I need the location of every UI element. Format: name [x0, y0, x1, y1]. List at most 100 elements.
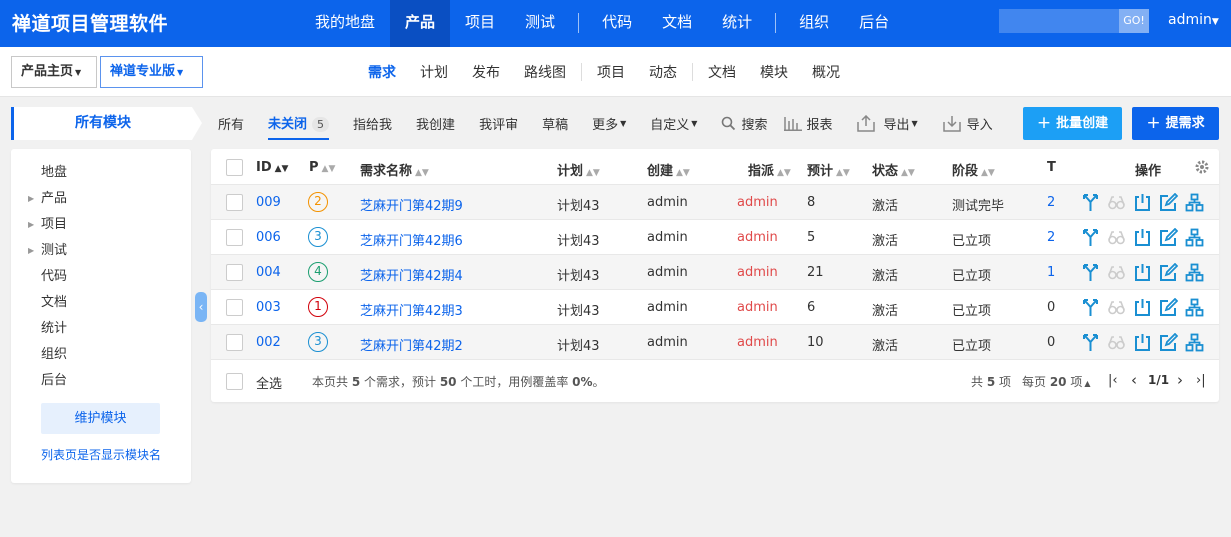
edit-icon[interactable] — [1159, 228, 1178, 247]
column-stage-header[interactable]: 阶段 ▲▼ — [952, 160, 995, 179]
close-icon[interactable] — [1133, 228, 1152, 247]
search-toggle[interactable]: 搜索 — [721, 114, 767, 133]
expand-arrow-icon[interactable]: ▶ — [28, 238, 34, 264]
subnav-item[interactable]: 路线图 — [512, 62, 578, 82]
subnav-item[interactable]: 计划 — [408, 62, 460, 82]
select-all-checkbox[interactable] — [226, 373, 243, 390]
story-id-link[interactable]: 003 — [256, 300, 281, 315]
subnav-item[interactable]: 动态 — [637, 62, 689, 82]
row-checkbox[interactable] — [226, 334, 243, 351]
main-nav-item[interactable]: 文档 — [647, 0, 707, 47]
create-case-icon[interactable] — [1185, 193, 1204, 212]
module-tree-item[interactable]: ▶ 产品 — [28, 186, 67, 212]
module-tree-item[interactable]: 组织 — [41, 342, 67, 368]
edit-icon[interactable] — [1159, 333, 1178, 352]
product-home-breadcrumb[interactable]: 产品主页 ▼ — [11, 56, 97, 88]
collapse-sidebar-button[interactable]: ‹ — [195, 292, 207, 322]
story-assigned-to[interactable]: admin — [737, 195, 778, 210]
filter-created-by-me[interactable]: 我创建 — [416, 114, 455, 133]
edit-icon[interactable] — [1159, 298, 1178, 317]
filter-all[interactable]: 所有 — [218, 114, 244, 133]
per-page-selector[interactable]: 每页 20 项 ▲ — [1022, 373, 1091, 390]
close-icon[interactable] — [1133, 298, 1152, 317]
story-title-link[interactable]: 芝麻开门第42期2 — [360, 335, 463, 354]
story-tasks-link[interactable]: 2 — [1047, 230, 1055, 245]
export-button[interactable]: 导出 ▼ — [856, 114, 918, 133]
row-checkbox[interactable] — [226, 299, 243, 316]
edit-icon[interactable] — [1159, 263, 1178, 282]
story-tasks-link[interactable]: 0 — [1047, 300, 1055, 315]
create-case-icon[interactable] — [1185, 228, 1204, 247]
column-estimate-header[interactable]: 预计 ▲▼ — [807, 160, 850, 179]
main-nav-item[interactable]: 项目 — [450, 0, 510, 47]
create-case-icon[interactable] — [1185, 298, 1204, 317]
last-page-icon[interactable]: ›| — [1196, 373, 1206, 388]
subnav-item[interactable]: 需求 — [356, 62, 408, 82]
story-id-link[interactable]: 002 — [256, 335, 281, 350]
story-title-link[interactable]: 芝麻开门第42期9 — [360, 195, 463, 214]
change-icon[interactable] — [1081, 228, 1100, 247]
gear-icon[interactable] — [1194, 159, 1210, 175]
module-tree-item[interactable]: 文档 — [41, 290, 67, 316]
story-assigned-to[interactable]: admin — [737, 230, 778, 245]
main-nav-item[interactable]: 产品 — [390, 0, 451, 47]
table-row[interactable]: 003 1 芝麻开门第42期3 计划43 admin admin 6 激活 已立项 0 — [211, 289, 1219, 324]
first-page-icon[interactable]: |‹ — [1108, 373, 1118, 388]
subnav-item[interactable]: 模块 — [748, 62, 800, 82]
subnav-item[interactable]: 概况 — [800, 62, 852, 82]
main-nav-item[interactable]: 后台 — [844, 0, 904, 47]
subnav-item[interactable]: 发布 — [460, 62, 512, 82]
column-status-header[interactable]: 状态 ▲▼ — [872, 160, 915, 179]
edit-icon[interactable] — [1159, 193, 1178, 212]
filter-custom[interactable]: 自定义 ▼ — [650, 114, 697, 133]
subnav-item[interactable]: 项目 — [585, 62, 637, 82]
column-id-header[interactable]: ID ▲▼ — [256, 160, 288, 175]
maintain-module-button[interactable]: 维护模块 — [41, 403, 160, 434]
user-menu[interactable]: admin▼ — [1168, 12, 1219, 28]
story-id-link[interactable]: 006 — [256, 230, 281, 245]
story-tasks-link[interactable]: 1 — [1047, 265, 1055, 280]
story-title-link[interactable]: 芝麻开门第42期6 — [360, 230, 463, 249]
change-icon[interactable] — [1081, 333, 1100, 352]
expand-arrow-icon[interactable]: ▶ — [28, 212, 34, 238]
close-icon[interactable] — [1133, 333, 1152, 352]
row-checkbox[interactable] — [226, 194, 243, 211]
story-id-link[interactable]: 004 — [256, 265, 281, 280]
table-row[interactable]: 006 3 芝麻开门第42期6 计划43 admin admin 5 激活 已立项 2 — [211, 219, 1219, 254]
change-icon[interactable] — [1081, 263, 1100, 282]
module-tree-item[interactable]: 统计 — [41, 316, 67, 342]
close-icon[interactable] — [1133, 263, 1152, 282]
create-case-icon[interactable] — [1185, 263, 1204, 282]
expand-arrow-icon[interactable]: ▶ — [28, 186, 34, 212]
close-icon[interactable] — [1133, 193, 1152, 212]
main-nav-item[interactable]: 代码 — [587, 0, 647, 47]
module-tree-item[interactable]: 代码 — [41, 264, 67, 290]
column-title-header[interactable]: 需求名称 ▲▼ — [360, 160, 429, 179]
story-assigned-to[interactable]: admin — [737, 300, 778, 315]
filter-unclosed[interactable]: 未关闭 5 — [268, 112, 330, 140]
main-nav-item[interactable]: 组织 — [784, 0, 844, 47]
table-row[interactable]: 004 4 芝麻开门第42期4 计划43 admin admin 21 激活 已立项 1 — [211, 254, 1219, 289]
story-assigned-to[interactable]: admin — [737, 265, 778, 280]
module-tree-item[interactable]: 地盘 — [41, 160, 67, 186]
table-row[interactable]: 009 2 芝麻开门第42期9 计划43 admin admin 8 激活 测试完毕 2 — [211, 184, 1219, 219]
main-nav-item[interactable]: 统计 — [707, 0, 767, 47]
filter-reviewed-by-me[interactable]: 我评审 — [479, 114, 518, 133]
column-plan-header[interactable]: 计划 ▲▼ — [557, 160, 600, 179]
select-all-checkbox-header[interactable] — [226, 159, 243, 176]
story-tasks-link[interactable]: 2 — [1047, 195, 1055, 210]
batch-create-button[interactable]: + 批量创建 — [1023, 107, 1122, 140]
report-button[interactable]: 报表 — [783, 114, 832, 133]
column-openedby-header[interactable]: 创建 ▲▼ — [647, 160, 690, 179]
module-tree-item[interactable]: 后台 — [41, 368, 67, 394]
subnav-item[interactable]: 文档 — [696, 62, 748, 82]
story-id-link[interactable]: 009 — [256, 195, 281, 210]
global-search-input[interactable]: GO! — [999, 9, 1149, 33]
create-case-icon[interactable] — [1185, 333, 1204, 352]
app-brand[interactable]: 禅道项目管理软件 — [12, 9, 168, 36]
table-row[interactable]: 002 3 芝麻开门第42期2 计划43 admin admin 10 激活 已立项 0 — [211, 324, 1219, 359]
select-all-label[interactable]: 全选 — [256, 373, 282, 392]
search-go-button[interactable]: GO! — [1119, 9, 1149, 33]
next-page-icon[interactable]: › — [1177, 371, 1183, 389]
module-tree-item[interactable]: ▶ 测试 — [28, 238, 67, 264]
